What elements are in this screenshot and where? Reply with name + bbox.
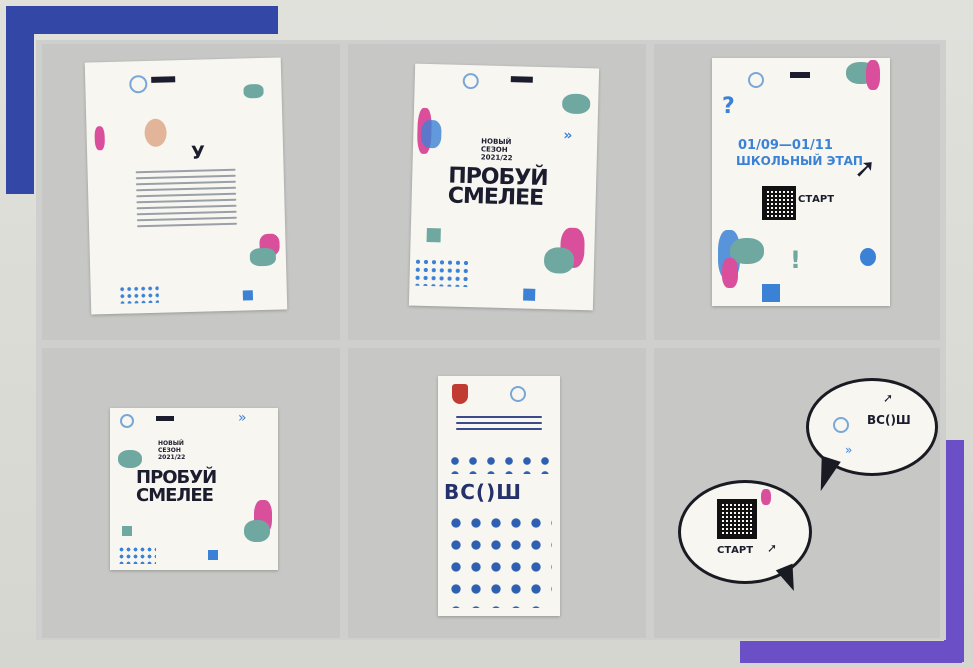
poster-small: » НОВЫЙ СЕЗОН 2021/22 ПРОБУЙ СМЕЛЕЕ bbox=[110, 408, 278, 570]
stage-dates: 01/09—01/11 bbox=[738, 138, 833, 153]
question-icon: ? bbox=[722, 94, 735, 119]
arrows-icon: » bbox=[238, 410, 247, 426]
letter-heading: У bbox=[190, 142, 205, 164]
qr-code bbox=[762, 186, 796, 220]
title-line-2: СМЕЛЕЕ bbox=[136, 485, 214, 506]
dot-pattern bbox=[118, 284, 160, 304]
poster-main: НОВЫЙ СЕЗОН 2021/22 ПРОБУЙ СМЕЛЕЕ » bbox=[408, 63, 600, 311]
subject-icons bbox=[446, 454, 552, 474]
dot-pattern bbox=[118, 546, 156, 564]
logo-icon bbox=[462, 72, 479, 90]
poster-vsosh: ВС()Ш bbox=[438, 376, 560, 616]
logo-icon bbox=[129, 74, 148, 94]
subject-icons bbox=[446, 512, 552, 608]
title-line-1: ПРОБУЙ bbox=[136, 467, 217, 488]
arrow-up-right-icon: ➚ bbox=[767, 541, 778, 555]
portrait-photo bbox=[144, 118, 167, 148]
bubble-start-label: СТАРТ bbox=[717, 545, 754, 556]
stage-title: ШКОЛЬНЫЙ ЭТАП bbox=[736, 154, 863, 168]
frame-corner-right bbox=[944, 440, 964, 662]
arrow-up-right-icon: ➚ bbox=[854, 154, 876, 184]
letter-body-text bbox=[135, 168, 238, 232]
title-line-2: СМЕЛЕЕ bbox=[447, 183, 544, 212]
season-line-3: 2021/22 bbox=[158, 454, 186, 461]
logo-icon bbox=[748, 72, 764, 88]
arrows-icon: » bbox=[845, 443, 853, 457]
bubble-logo-text: ВС()Ш bbox=[867, 413, 911, 427]
coat-of-arms-icon bbox=[452, 384, 468, 404]
vsosh-logo: ВС()Ш bbox=[444, 480, 522, 504]
start-label: СТАРТ bbox=[798, 194, 835, 205]
logo-icon bbox=[510, 386, 526, 402]
dot-pattern bbox=[413, 257, 471, 288]
arrow-up-right-icon: ➚ bbox=[883, 391, 894, 405]
logo-icon bbox=[120, 414, 134, 428]
exclamation-icon: ! bbox=[790, 246, 801, 274]
qr-code bbox=[717, 499, 757, 539]
logo-icon bbox=[833, 417, 849, 433]
arrows-icon: » bbox=[563, 127, 573, 144]
frame-corner-bottom bbox=[740, 641, 962, 663]
poster-school-stage: ? 01/09—01/11 ШКОЛЬНЫЙ ЭТАП ➚ СТАРТ ! bbox=[712, 58, 890, 306]
poster-letter: У bbox=[84, 57, 288, 315]
frame-corner-top bbox=[6, 6, 278, 34]
season-line-3: 2021/22 bbox=[480, 153, 513, 163]
frame-corner-left bbox=[6, 6, 34, 194]
header-text bbox=[456, 416, 542, 434]
